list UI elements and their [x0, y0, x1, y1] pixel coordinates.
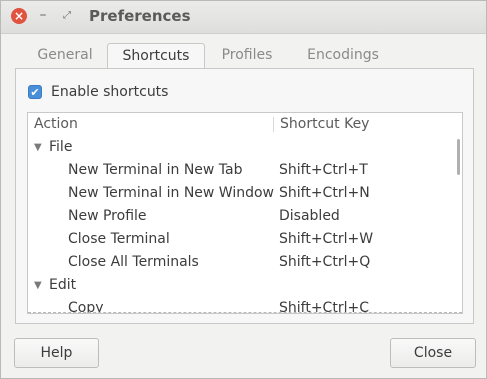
column-header-shortcut-key[interactable]: Shortcut Key	[280, 116, 369, 132]
preferences-dialog: × – ⤢ Preferences General Shortcuts Prof…	[0, 0, 487, 379]
tree-row[interactable]: New Terminal in New Window Shift+Ctrl+N	[28, 182, 458, 205]
group-label: Edit	[49, 277, 77, 293]
titlebar: × – ⤢ Preferences	[1, 1, 486, 34]
column-separator[interactable]	[273, 117, 274, 132]
action-label: Close Terminal	[68, 231, 170, 247]
scroll-edge-indicator	[28, 310, 462, 313]
shortcuts-panel: ✔ Enable shortcuts Action Shortcut Key ▼…	[15, 68, 474, 324]
action-label: New Profile	[68, 208, 147, 224]
enable-shortcuts-label[interactable]: Enable shortcuts	[51, 84, 168, 100]
shortcut-key[interactable]: Shift+Ctrl+W	[279, 231, 373, 247]
action-label: New Terminal in New Window	[68, 185, 275, 201]
tree-row-group[interactable]: ▼ Edit	[28, 274, 458, 297]
tab-general[interactable]: General	[25, 43, 105, 69]
expander-icon[interactable]: ▼	[34, 142, 42, 153]
close-button[interactable]: Close	[390, 338, 476, 368]
shortcuts-tree[interactable]: Action Shortcut Key ▼ File New Terminal …	[27, 112, 463, 314]
window-title: Preferences	[89, 7, 191, 25]
enable-shortcuts-row[interactable]: ✔ Enable shortcuts	[28, 82, 168, 102]
tree-row[interactable]: Close Terminal Shift+Ctrl+W	[28, 228, 458, 251]
maximize-icon[interactable]: ⤢	[59, 8, 75, 24]
tree-row[interactable]: Close All Terminals Shift+Ctrl+Q	[28, 251, 458, 274]
enable-shortcuts-checkbox[interactable]: ✔	[28, 85, 42, 99]
tree-header: Action Shortcut Key	[28, 113, 462, 136]
tab-shortcuts[interactable]: Shortcuts	[107, 43, 205, 71]
group-label: File	[49, 139, 73, 155]
column-header-action[interactable]: Action	[34, 116, 78, 132]
shortcut-key[interactable]: Disabled	[279, 208, 340, 224]
tab-profiles[interactable]: Profiles	[213, 43, 281, 69]
action-label: New Terminal in New Tab	[68, 162, 243, 178]
close-window-icon[interactable]: ×	[11, 8, 27, 24]
action-label: Close All Terminals	[68, 254, 199, 270]
shortcut-key[interactable]: Shift+Ctrl+Q	[279, 254, 370, 270]
shortcut-key[interactable]: Shift+Ctrl+N	[279, 185, 370, 201]
help-button[interactable]: Help	[14, 338, 99, 368]
tree-row[interactable]: New Profile Disabled	[28, 205, 458, 228]
tree-row-group[interactable]: ▼ File	[28, 136, 458, 159]
tab-encodings[interactable]: Encodings	[301, 43, 385, 69]
tree-row[interactable]: New Terminal in New Tab Shift+Ctrl+T	[28, 159, 458, 182]
expander-icon[interactable]: ▼	[34, 280, 42, 291]
minimize-icon[interactable]: –	[35, 8, 51, 24]
shortcut-key[interactable]: Shift+Ctrl+T	[279, 162, 368, 178]
